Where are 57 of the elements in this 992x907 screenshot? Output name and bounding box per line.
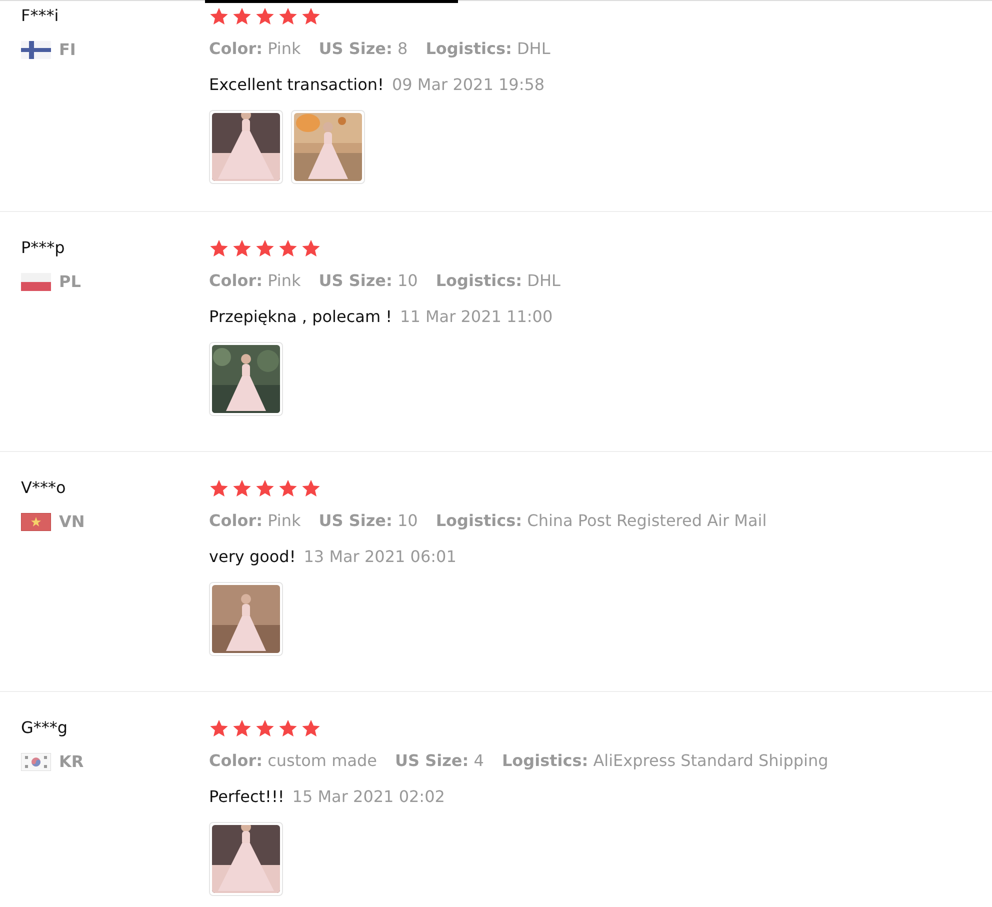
product-attribute: US Size: 10 bbox=[318, 510, 418, 532]
flag-icon bbox=[21, 512, 51, 530]
reviewer-name: V***o bbox=[21, 477, 67, 499]
country-code: VN bbox=[59, 512, 85, 531]
star-icon bbox=[255, 718, 275, 738]
star-icon bbox=[255, 238, 275, 258]
star-icon bbox=[278, 6, 298, 26]
star-icon bbox=[209, 478, 229, 498]
review-date: 13 Mar 2021 06:01 bbox=[304, 546, 456, 568]
star-icon bbox=[278, 478, 298, 498]
star-icon bbox=[209, 718, 229, 738]
product-attribute: Color: custom made bbox=[209, 750, 377, 772]
product-attribute: US Size: 4 bbox=[395, 750, 484, 772]
review-comment: very good! bbox=[209, 546, 296, 568]
country-code: PL bbox=[59, 272, 81, 291]
flag-icon bbox=[21, 272, 51, 290]
country-code: FI bbox=[59, 40, 76, 59]
star-icon bbox=[301, 6, 321, 26]
star-icon bbox=[255, 6, 275, 26]
review-date: 11 Mar 2021 11:00 bbox=[400, 306, 553, 328]
product-attribute: US Size: 8 bbox=[318, 38, 408, 60]
review-date: 15 Mar 2021 02:02 bbox=[292, 786, 445, 808]
star-icon bbox=[232, 478, 252, 498]
star-icon bbox=[232, 6, 252, 26]
photo-thumbnail[interactable] bbox=[291, 110, 365, 184]
country-code: KR bbox=[59, 752, 84, 771]
photo-thumbnail[interactable] bbox=[209, 110, 283, 184]
product-attribute: Logistics: China Post Registered Air Mail bbox=[436, 510, 767, 532]
star-icon bbox=[301, 478, 321, 498]
review-comment: Perfect!!! bbox=[209, 786, 284, 808]
photo-thumbnail[interactable] bbox=[209, 822, 283, 896]
star-icon bbox=[278, 718, 298, 738]
photo-thumbnail[interactable] bbox=[209, 342, 283, 416]
star-icon bbox=[209, 238, 229, 258]
star-icon bbox=[301, 238, 321, 258]
review-comment: Excellent transaction! bbox=[209, 74, 384, 96]
product-attribute: Color: Pink bbox=[209, 38, 301, 60]
reviewer-name: G***g bbox=[21, 717, 69, 739]
star-icon bbox=[255, 478, 275, 498]
star-icon bbox=[301, 718, 321, 738]
flag-icon bbox=[21, 40, 51, 58]
product-attribute: Logistics: DHL bbox=[426, 38, 550, 60]
product-attribute: Color: Pink bbox=[209, 270, 301, 292]
product-attribute: US Size: 10 bbox=[318, 270, 418, 292]
product-attribute: Logistics: DHL bbox=[436, 270, 560, 292]
star-icon bbox=[278, 238, 298, 258]
star-icon bbox=[232, 238, 252, 258]
product-attribute: Logistics: AliExpress Standard Shipping bbox=[502, 750, 828, 772]
review-comment: Przepiękna , polecam ! bbox=[209, 306, 392, 328]
star-icon bbox=[232, 718, 252, 738]
flag-icon bbox=[21, 752, 51, 770]
review-date: 09 Mar 2021 19:58 bbox=[392, 74, 545, 96]
reviewer-name: F***i bbox=[21, 5, 60, 27]
photo-thumbnail[interactable] bbox=[209, 582, 283, 656]
product-attribute: Color: Pink bbox=[209, 510, 301, 532]
star-icon bbox=[209, 6, 229, 26]
reviewer-name: P***p bbox=[21, 237, 66, 259]
